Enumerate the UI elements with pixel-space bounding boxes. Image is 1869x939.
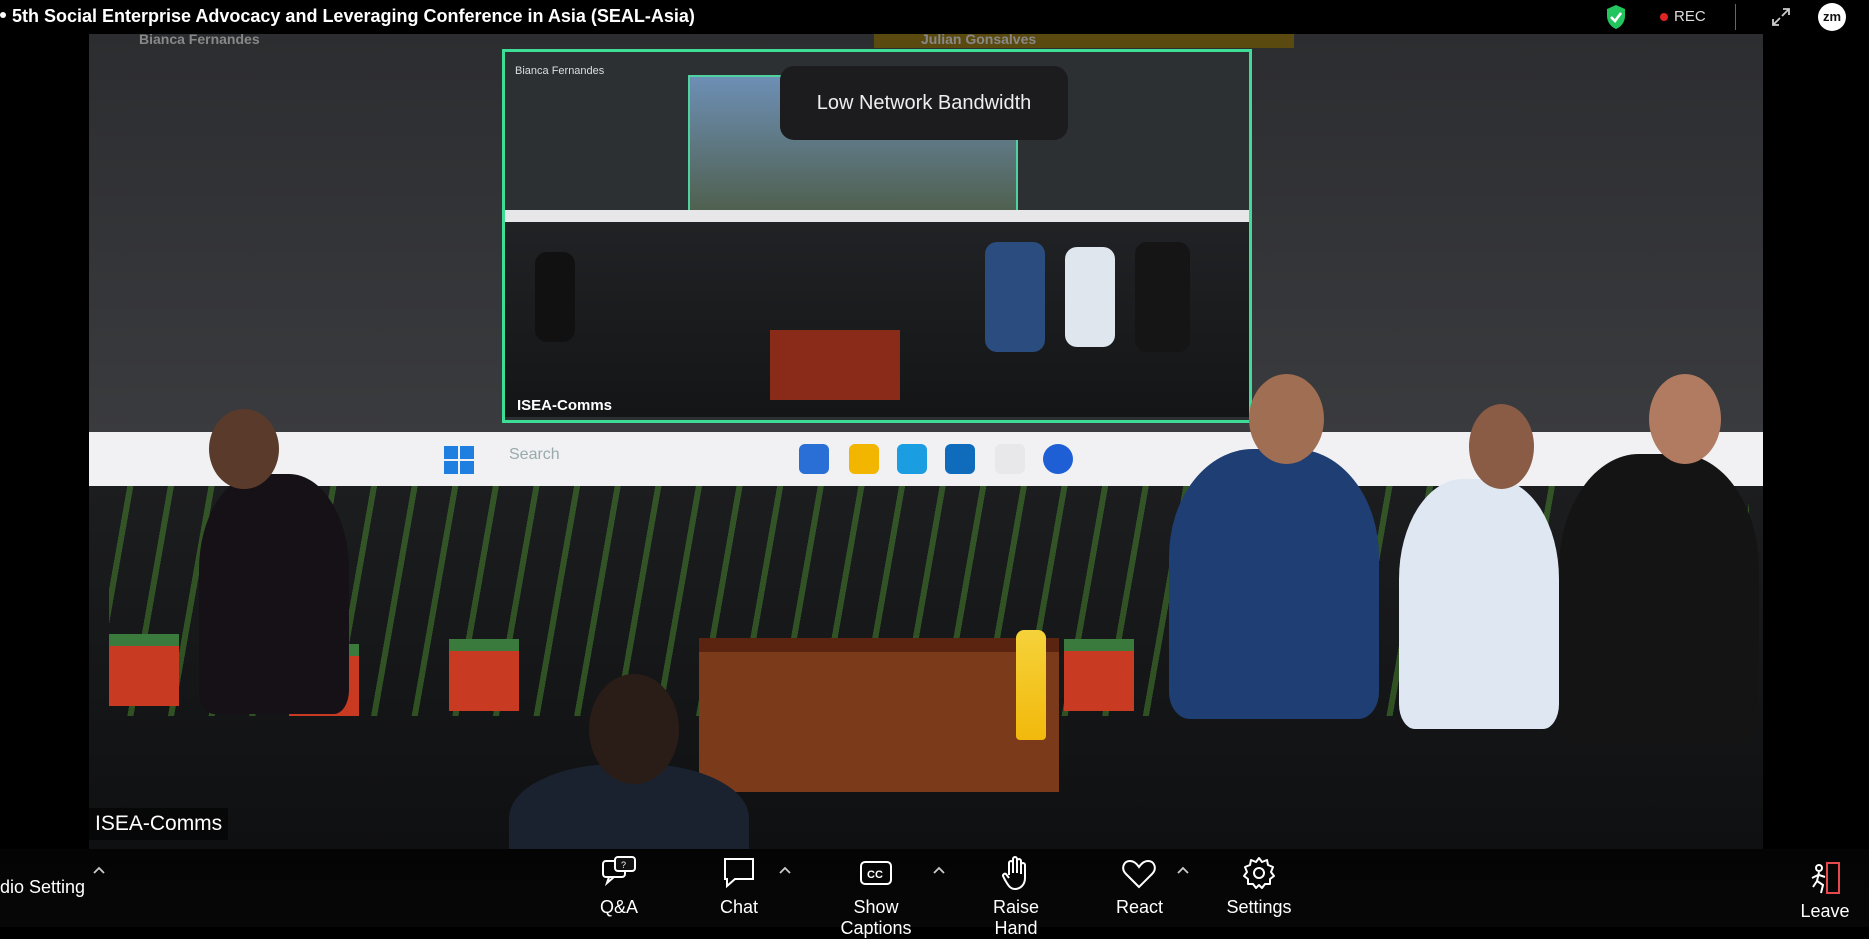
nested-stage [505,222,1249,417]
person-head [589,674,679,784]
fullscreen-icon[interactable] [1769,5,1793,29]
edge-icon [897,444,927,474]
ghost-participant-name: Bianca Fernandes [139,34,260,47]
leave-label: Leave [1800,901,1850,921]
shared-screen-label: Bianca Fernandes [515,65,605,77]
recording-dot-icon [1660,12,1668,21]
show-captions-button[interactable]: CC Show Captions [816,853,936,939]
react-label: React [1116,897,1164,917]
nested-person [985,242,1045,352]
nested-speaker-name: ISEA-Comms [517,397,613,414]
brave-icon [995,444,1025,474]
settings-label: Settings [1226,897,1292,917]
raise-hand-label: Raise Hand [992,897,1040,938]
plant-pot [109,634,179,706]
meeting-toolbar: dio Setting ? Q&A Chat CC Show Captions [0,849,1869,938]
gear-icon [1243,857,1275,889]
leave-icon [1811,862,1840,894]
audio-setting-button[interactable]: dio Setting [0,877,85,898]
plant-pot [449,639,519,711]
windows-start-icon [444,446,474,474]
chat-button[interactable]: Chat [718,853,760,918]
ghost-participant-name: Julian Gonsalves [921,34,1037,47]
raise-hand-button[interactable]: Raise Hand [970,853,1062,939]
moderator-person [199,474,349,714]
person-head [1249,374,1324,464]
captions-label: Show Captions [840,897,912,938]
hand-icon [1002,856,1026,891]
chat-label: Chat [719,897,759,917]
qa-label: Q&A [599,897,638,917]
nested-person [1135,242,1190,352]
top-bar: 5th Social Enterprise Advocacy and Lever… [0,0,1869,34]
person-head [1649,374,1721,464]
person-head [1469,404,1534,489]
qa-icon: ? [602,856,636,887]
active-speaker-name: ISEA-Comms [89,808,229,840]
indicator-dot [0,12,6,18]
recording-label: REC [1674,8,1706,25]
nested-person [1065,247,1115,347]
meeting-title: 5th Social Enterprise Advocacy and Lever… [12,6,695,26]
chat-icon [724,858,754,889]
svg-text:CC: CC [867,869,883,881]
low-bandwidth-notification: Low Network Bandwidth [780,66,1068,140]
divider [1735,4,1736,30]
store-icon [945,444,975,474]
settings-button[interactable]: Settings [1224,853,1294,918]
closed-captions-icon: CC [860,861,892,885]
nested-table [770,330,900,400]
security-shield-icon[interactable] [1605,4,1627,30]
leave-button[interactable]: Leave [1790,859,1860,922]
speaker-person [1169,449,1379,719]
zoom-app-icon [1043,444,1073,474]
recording-indicator: REC [1660,8,1706,25]
svg-text:?: ? [621,860,626,870]
taskbar-search: Search [509,446,560,463]
main-video[interactable]: Bianca Fernandes Julian Gonsalves Bianca… [89,34,1763,849]
water-bottle [1016,630,1046,740]
plant-pot [1064,639,1134,711]
panelist-person [1399,479,1559,729]
teams-icon [799,444,829,474]
nested-person [535,252,575,342]
react-button[interactable]: React [1116,853,1164,918]
stage-table [699,638,1059,792]
qa-button[interactable]: ? Q&A [598,853,640,918]
heart-icon [1122,859,1156,889]
person-head [209,409,279,489]
panelist-person [1559,454,1759,744]
folder-icon [849,444,879,474]
zoom-logo[interactable]: zm [1818,3,1846,31]
